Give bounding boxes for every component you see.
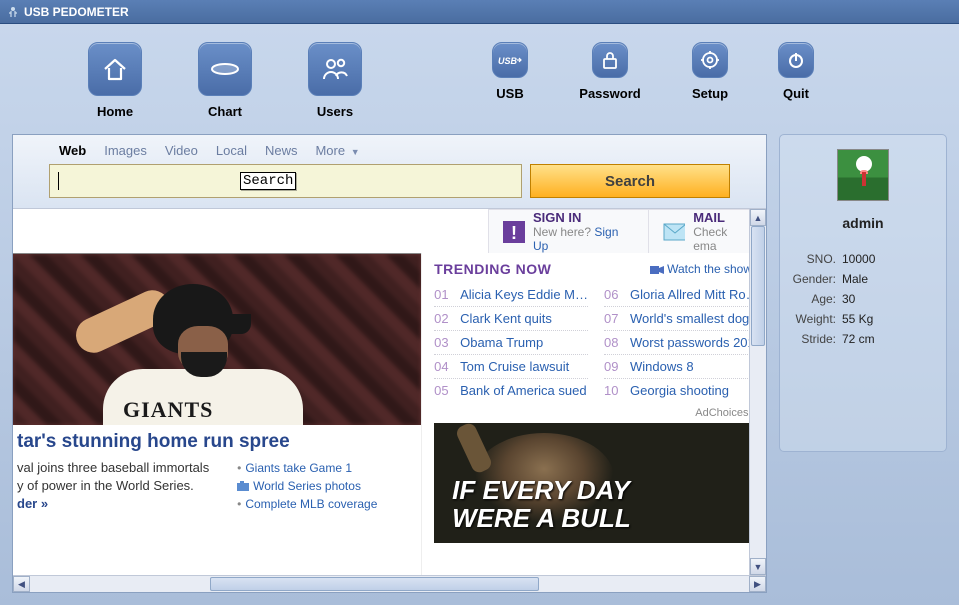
users-button[interactable]: Users: [280, 42, 390, 119]
trending-item[interactable]: 06Gloria Allred Mitt Ro…: [604, 283, 762, 307]
mail-icon: [663, 221, 685, 243]
trending-item[interactable]: 08Worst passwords 2012: [604, 331, 762, 355]
trending-title: TRENDING NOW: [434, 261, 551, 277]
signin-block[interactable]: ! SIGN IN New here? Sign Up: [488, 210, 648, 253]
window-titlebar: USB PEDOMETER: [0, 0, 959, 24]
vscroll-thumb[interactable]: [751, 226, 765, 346]
users-label: Users: [317, 104, 353, 119]
mail-sub: Check ema: [693, 225, 752, 253]
trending-panel: TRENDING NOW Watch the show » 01Alicia K…: [422, 253, 766, 592]
quit-button[interactable]: Quit: [760, 42, 832, 101]
embedded-browser: Web Images Video Local News More ▼ Searc…: [12, 134, 767, 593]
scroll-up-arrow[interactable]: ▲: [750, 209, 766, 226]
mail-title: MAIL: [693, 210, 752, 225]
avatar: [837, 149, 889, 201]
trending-item[interactable]: 09Windows 8: [604, 355, 762, 379]
tab-images[interactable]: Images: [104, 143, 147, 158]
adchoices-label[interactable]: AdChoices ▷: [434, 402, 762, 423]
app-body: Home Chart Users USB USB Password Setup …: [0, 24, 959, 605]
tab-web[interactable]: Web: [59, 143, 86, 158]
search-input[interactable]: Search: [49, 164, 522, 198]
password-label: Password: [579, 86, 640, 101]
horizontal-scrollbar[interactable]: ◀ ▶: [13, 575, 766, 592]
profile-row: Stride:72 cm: [788, 329, 938, 349]
tab-more[interactable]: More ▼: [315, 143, 359, 158]
signin-icon: !: [503, 221, 525, 243]
profile-row: Weight:55 Kg: [788, 309, 938, 329]
account-bar: ! SIGN IN New here? Sign Up MAIL Check e…: [488, 209, 766, 253]
related-link[interactable]: World Series photos: [237, 477, 417, 495]
profile-row: Age:30: [788, 289, 938, 309]
trending-item[interactable]: 01Alicia Keys Eddie M…: [434, 283, 588, 307]
usb-label: USB: [496, 86, 523, 101]
profile-row: Gender:Male: [788, 269, 938, 289]
tab-video[interactable]: Video: [165, 143, 198, 158]
setup-label: Setup: [692, 86, 728, 101]
trending-item[interactable]: 03Obama Trump: [434, 331, 588, 355]
quit-label: Quit: [783, 86, 809, 101]
hero-story: GIANTS tar's stunning home run spree val…: [13, 253, 422, 592]
window-title: USB PEDOMETER: [24, 5, 129, 19]
hero-headline[interactable]: tar's stunning home run spree: [17, 431, 417, 453]
chart-button[interactable]: Chart: [170, 42, 280, 119]
video-icon: [650, 265, 664, 275]
tab-local[interactable]: Local: [216, 143, 247, 158]
svg-text:!: !: [511, 223, 517, 243]
ad-banner[interactable]: IF EVERY DAY WERE A BULL: [434, 423, 762, 543]
main-toolbar: Home Chart Users USB USB Password Setup …: [0, 24, 959, 134]
search-placeholder-label: Search: [240, 172, 296, 190]
trending-item[interactable]: 07World's smallest dog: [604, 307, 762, 331]
home-button[interactable]: Home: [60, 42, 170, 119]
watch-show-link[interactable]: Watch the show »: [650, 262, 762, 276]
profile-username: admin: [788, 215, 938, 231]
trending-item[interactable]: 02Clark Kent quits: [434, 307, 588, 331]
hscroll-thumb[interactable]: [210, 577, 539, 591]
scroll-left-arrow[interactable]: ◀: [13, 576, 30, 592]
hero-more-link[interactable]: der »: [17, 496, 48, 511]
usb-button[interactable]: USB USB: [460, 42, 560, 101]
svg-text:USB: USB: [498, 56, 518, 66]
related-link[interactable]: •Giants take Game 1: [237, 459, 417, 477]
hero-related-links: •Giants take Game 1 World Series photos …: [237, 459, 417, 514]
tab-news[interactable]: News: [265, 143, 298, 158]
profile-row: SNO.10000: [788, 249, 938, 269]
setup-button[interactable]: Setup: [660, 42, 760, 101]
user-profile-panel: admin SNO.10000Gender:MaleAge:30Weight:5…: [779, 134, 947, 452]
search-tabs: Web Images Video Local News More ▼: [23, 141, 756, 164]
home-label: Home: [97, 104, 133, 119]
related-link[interactable]: •Complete MLB coverage: [237, 495, 417, 513]
trending-item[interactable]: 10Georgia shooting: [604, 379, 762, 402]
trending-item[interactable]: 04Tom Cruise lawsuit: [434, 355, 588, 379]
trending-item[interactable]: 05Bank of America sued: [434, 379, 588, 402]
search-button[interactable]: Search: [530, 164, 730, 198]
scroll-down-arrow[interactable]: ▼: [750, 558, 766, 575]
hero-summary: val joins three baseball immortals y of …: [17, 459, 231, 514]
hero-image[interactable]: GIANTS: [13, 253, 421, 425]
chart-label: Chart: [208, 104, 242, 119]
photo-icon: [237, 481, 249, 491]
vertical-scrollbar[interactable]: ▲ ▼: [749, 209, 766, 575]
scroll-right-arrow[interactable]: ▶: [749, 576, 766, 592]
password-button[interactable]: Password: [560, 42, 660, 101]
signin-title: SIGN IN: [533, 210, 634, 225]
